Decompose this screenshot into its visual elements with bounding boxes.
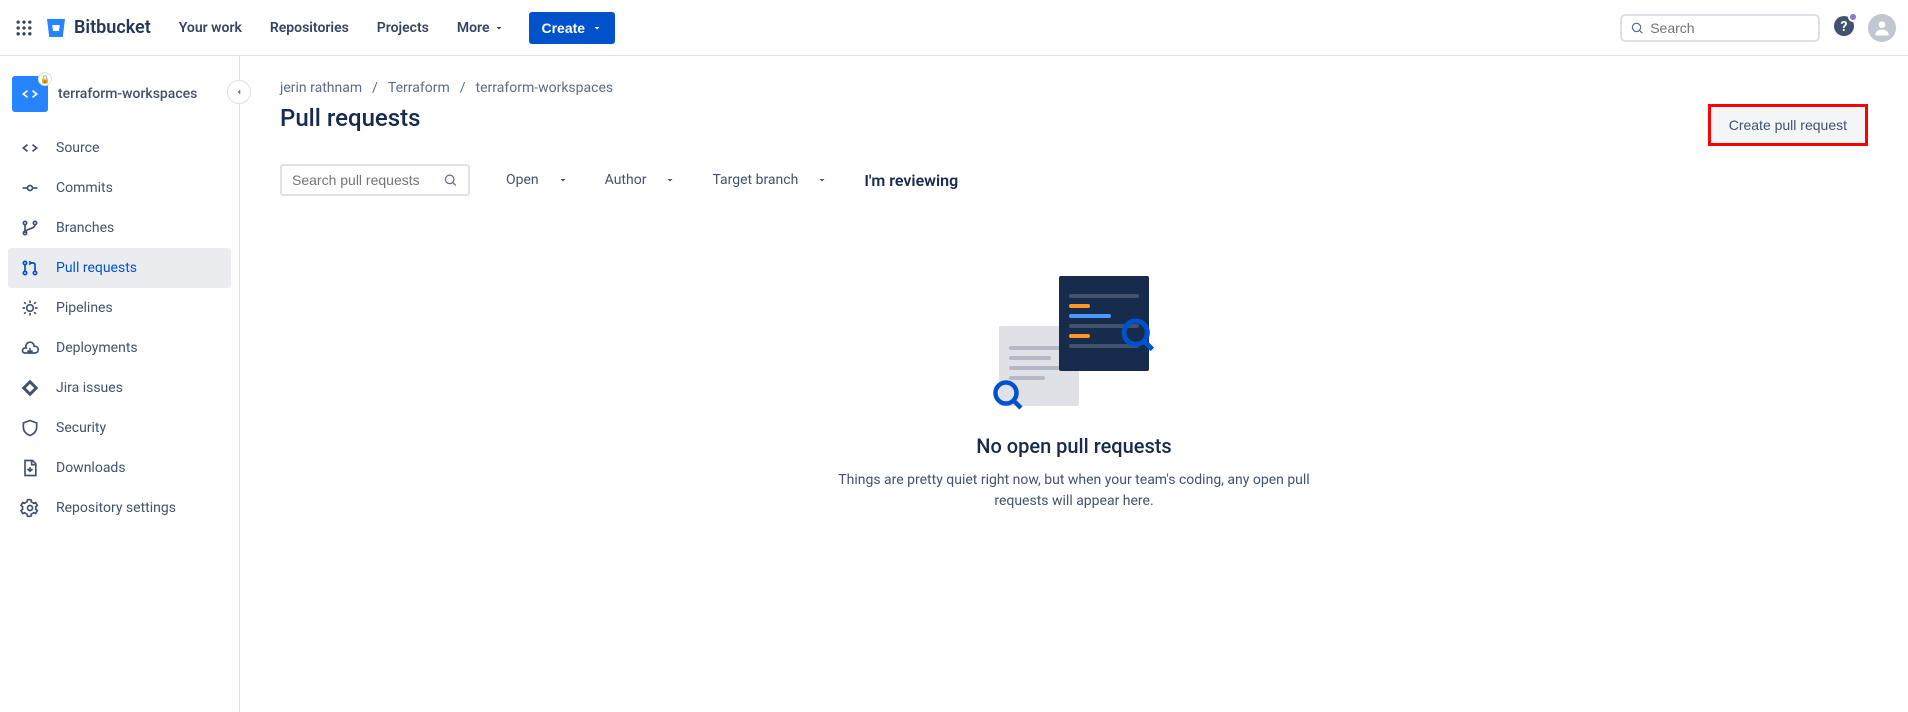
search-icon <box>443 172 458 188</box>
sidebar-item-label: Branches <box>56 220 114 236</box>
filters: Open Author Target branch I'm reviewing <box>280 164 1868 196</box>
commits-icon <box>20 178 40 198</box>
empty-title: No open pull requests <box>280 434 1868 458</box>
lock-icon: 🔒 <box>38 72 52 86</box>
sidebar-item-settings[interactable]: Repository settings <box>8 488 231 528</box>
chevron-down-icon <box>493 22 505 34</box>
chevron-down-icon <box>557 174 569 186</box>
sidebar-item-label: Security <box>56 420 106 436</box>
chevron-down-icon <box>591 22 603 34</box>
sidebar-item-pull-requests[interactable]: Pull requests <box>8 248 231 288</box>
empty-illustration <box>999 276 1149 406</box>
sidebar-item-pipelines[interactable]: Pipelines <box>8 288 231 328</box>
collapse-sidebar-button[interactable] <box>227 80 251 104</box>
breadcrumb-sep: / <box>372 80 378 96</box>
sidebar-item-label: Jira issues <box>56 380 123 396</box>
pull-requests-icon <box>20 258 40 278</box>
filter-target-branch[interactable]: Target branch <box>712 172 828 188</box>
sidebar-item-deployments[interactable]: Deployments <box>8 328 231 368</box>
sidebar-item-commits[interactable]: Commits <box>8 168 231 208</box>
source-icon <box>20 138 40 158</box>
sidebar-item-label: Deployments <box>56 340 138 356</box>
deployments-icon <box>20 338 40 358</box>
sidebar-item-label: Pull requests <box>56 260 137 276</box>
filter-target-label: Target branch <box>712 172 798 188</box>
chevron-left-icon <box>234 87 244 97</box>
shield-icon <box>20 418 40 438</box>
filter-author-label: Author <box>605 172 647 188</box>
code-icon <box>20 84 40 104</box>
sidebar-item-label: Downloads <box>56 460 126 476</box>
branches-icon <box>20 218 40 238</box>
nav-repositories[interactable]: Repositories <box>258 12 361 44</box>
notification-badge <box>1848 12 1858 22</box>
sidebar-item-label: Pipelines <box>56 300 113 316</box>
nav-more[interactable]: More <box>445 12 518 44</box>
filter-reviewing[interactable]: I'm reviewing <box>864 171 958 190</box>
breadcrumb-project[interactable]: Terraform <box>388 80 450 96</box>
breadcrumb-repo[interactable]: terraform-workspaces <box>476 80 614 96</box>
create-pull-request-button[interactable]: Create pull request <box>1708 104 1868 146</box>
chevron-down-icon <box>816 174 828 186</box>
downloads-icon <box>20 458 40 478</box>
sidebar-item-label: Commits <box>56 180 113 196</box>
repo-header[interactable]: 🔒 terraform-workspaces <box>8 72 231 128</box>
nav-your-work[interactable]: Your work <box>167 12 254 44</box>
sidebar-item-downloads[interactable]: Downloads <box>8 448 231 488</box>
topbar-left: Bitbucket Your work Repositories Project… <box>12 12 615 44</box>
bitbucket-icon <box>44 16 68 40</box>
pr-search-input[interactable] <box>292 172 443 188</box>
search-icon <box>1630 20 1644 36</box>
layout: 🔒 terraform-workspaces Source Commits Br… <box>0 56 1908 712</box>
app-switcher-icon[interactable] <box>12 16 36 40</box>
page-title: Pull requests <box>280 104 420 132</box>
breadcrumb: jerin rathnam / Terraform / terraform-wo… <box>280 80 1868 96</box>
repo-name: terraform-workspaces <box>58 86 197 102</box>
breadcrumb-owner[interactable]: jerin rathnam <box>280 80 362 96</box>
repo-avatar: 🔒 <box>12 76 48 112</box>
create-label: Create <box>541 20 585 36</box>
topbar: Bitbucket Your work Repositories Project… <box>0 0 1908 56</box>
filter-status[interactable]: Open <box>506 172 569 188</box>
bitbucket-logo[interactable]: Bitbucket <box>44 16 151 40</box>
sidebar-item-label: Repository settings <box>56 500 176 516</box>
breadcrumb-sep: / <box>460 80 466 96</box>
product-name: Bitbucket <box>74 17 151 38</box>
help-button[interactable]: ? <box>1832 14 1856 42</box>
sidebar: 🔒 terraform-workspaces Source Commits Br… <box>0 56 240 712</box>
nav-more-label: More <box>457 20 490 36</box>
main-content: jerin rathnam / Terraform / terraform-wo… <box>240 56 1908 712</box>
create-button[interactable]: Create <box>529 12 615 44</box>
nav-projects[interactable]: Projects <box>365 12 441 44</box>
filter-status-label: Open <box>506 172 539 188</box>
gear-icon <box>20 498 40 518</box>
sidebar-item-security[interactable]: Security <box>8 408 231 448</box>
pipelines-icon <box>20 298 40 318</box>
magnifier-icon <box>1119 316 1159 356</box>
avatar[interactable] <box>1868 14 1896 42</box>
global-search[interactable] <box>1620 14 1820 42</box>
svg-text:?: ? <box>1841 19 1848 35</box>
empty-description: Things are pretty quiet right now, but w… <box>834 470 1314 512</box>
sidebar-item-label: Source <box>56 140 99 156</box>
sidebar-item-branches[interactable]: Branches <box>8 208 231 248</box>
filter-author[interactable]: Author <box>605 172 677 188</box>
page-header: Pull requests Create pull request <box>280 104 1868 146</box>
sidebar-item-source[interactable]: Source <box>8 128 231 168</box>
empty-state: No open pull requests Things are pretty … <box>280 276 1868 512</box>
person-icon <box>1872 18 1892 38</box>
sidebar-item-jira[interactable]: Jira issues <box>8 368 231 408</box>
magnifier-icon <box>991 378 1027 414</box>
search-input[interactable] <box>1650 20 1810 36</box>
topbar-right: ? <box>1620 14 1896 42</box>
jira-icon <box>20 378 40 398</box>
pr-search[interactable] <box>280 164 470 196</box>
chevron-down-icon <box>664 174 676 186</box>
